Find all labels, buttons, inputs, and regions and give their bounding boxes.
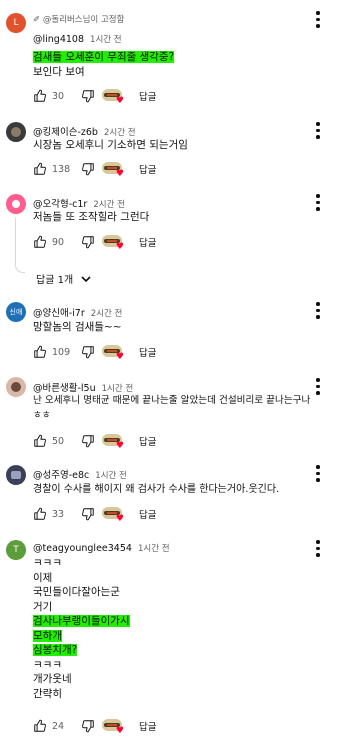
creator-heart-icon: ♥ xyxy=(102,719,124,736)
comment-actions: 138 ♥ 답글 xyxy=(33,161,156,179)
thumbs-up-icon[interactable] xyxy=(33,89,47,103)
avatar-photo-icon xyxy=(11,127,21,137)
like-count: 33 xyxy=(52,508,65,520)
comment-header: @바른생활-l5u 1시간 전 xyxy=(33,380,133,394)
thumbs-down-icon[interactable] xyxy=(81,345,95,359)
author-handle[interactable]: @teagyounglee3454 xyxy=(33,543,132,554)
creator-heart-icon: ♥ xyxy=(102,434,124,451)
timestamp[interactable]: 1시간 전 xyxy=(138,544,170,554)
timestamp[interactable]: 1시간 전 xyxy=(90,35,122,45)
like-count: 30 xyxy=(52,90,65,102)
author-handle[interactable]: @성주영-e8c xyxy=(33,470,89,481)
comment-text: 난 오세후니 명태균 때문에 끝나는줄 알았는데 건설비리로 끝나는구나 ㅎㅎ xyxy=(33,395,311,421)
author-handle[interactable]: @오각형-c1r xyxy=(33,199,87,210)
avatar[interactable]: T xyxy=(6,540,26,560)
comment-text: 저놈들 또 조작힐라 그런다 xyxy=(33,211,150,223)
comment-text: ㅋㅋㅋ 이제 국민들이다잘아는군 거기 검사나부랭이들이가시 모하개 심봉치개?… xyxy=(33,557,130,702)
thread-line xyxy=(15,218,16,264)
timestamp[interactable]: 1시간 전 xyxy=(102,384,134,394)
avatar[interactable] xyxy=(6,377,26,397)
comment-actions: 24 ♥ 답글 xyxy=(33,718,156,736)
collapse-link[interactable]: 간략히 xyxy=(33,687,130,702)
thumbs-up-icon[interactable] xyxy=(33,719,47,733)
more-actions-icon[interactable] xyxy=(316,465,320,482)
avatar-photo-icon xyxy=(11,471,21,479)
pin-icon: ✐ xyxy=(33,15,41,25)
reply-button[interactable]: 답글 xyxy=(139,719,156,733)
more-actions-icon[interactable] xyxy=(316,194,320,211)
author-handle[interactable]: @ling4108 xyxy=(33,34,84,45)
avatar[interactable] xyxy=(6,465,26,485)
more-actions-icon[interactable] xyxy=(316,122,320,139)
like-count: 90 xyxy=(52,236,65,248)
author-handle[interactable]: @킹제이슨-z6b xyxy=(33,127,98,138)
thumbs-down-icon[interactable] xyxy=(81,89,95,103)
comment-actions: 109 ♥ 답글 xyxy=(33,344,156,362)
thumbs-down-icon[interactable] xyxy=(81,507,95,521)
avatar-figure-icon xyxy=(12,200,20,208)
like-count: 50 xyxy=(52,435,65,447)
chevron-down-icon xyxy=(81,275,91,282)
comment-header: @teagyounglee3454 1시간 전 xyxy=(33,542,170,554)
creator-heart-icon: ♥ xyxy=(102,507,124,524)
thumbs-down-icon[interactable] xyxy=(81,235,95,249)
thumbs-up-icon[interactable] xyxy=(33,507,47,521)
timestamp[interactable]: 2시간 전 xyxy=(93,200,125,210)
avatar-photo-icon xyxy=(11,382,21,392)
comment-header: @오각형-c1r 2시간 전 xyxy=(33,196,125,210)
comment-actions: 33 ♥ 답글 xyxy=(33,506,156,524)
author-handle[interactable]: @양신애-i7r xyxy=(33,308,85,319)
creator-heart-icon: ♥ xyxy=(102,345,124,362)
thread-connector xyxy=(15,263,25,273)
timestamp[interactable]: 2시간 전 xyxy=(91,309,123,319)
author-handle[interactable]: @바른생활-l5u xyxy=(33,383,96,394)
view-replies-button[interactable]: 답글 1개 xyxy=(36,271,91,286)
creator-heart-icon: ♥ xyxy=(102,89,124,106)
comment-actions: 50 ♥ 답글 xyxy=(33,433,156,451)
comment-actions: 30 ♥ 답글 xyxy=(33,88,156,106)
avatar[interactable]: 신애 xyxy=(6,302,26,322)
more-actions-icon[interactable] xyxy=(316,378,320,395)
timestamp[interactable]: 2시간 전 xyxy=(104,128,136,138)
reply-button[interactable]: 답글 xyxy=(139,507,156,521)
avatar[interactable]: L xyxy=(6,13,26,33)
thumbs-down-icon[interactable] xyxy=(81,162,95,176)
avatar[interactable] xyxy=(6,194,26,214)
thumbs-up-icon[interactable] xyxy=(33,434,47,448)
thumbs-down-icon[interactable] xyxy=(81,719,95,733)
comment-text: 시장놈 오세후니 기소하면 되는거임 xyxy=(33,139,188,151)
reply-button[interactable]: 답글 xyxy=(139,235,156,249)
thumbs-down-icon[interactable] xyxy=(81,434,95,448)
creator-heart-icon: ♥ xyxy=(102,162,124,179)
comment-text: 검새들 오세훈이 무죄줄 생각중? 보인다 보여 xyxy=(33,51,175,78)
reply-button[interactable]: 답글 xyxy=(139,162,156,176)
more-actions-icon[interactable] xyxy=(316,11,320,28)
avatar[interactable] xyxy=(6,122,26,142)
more-actions-icon[interactable] xyxy=(316,540,320,557)
reply-button[interactable]: 답글 xyxy=(139,434,156,448)
comment-header: @ling4108 1시간 전 xyxy=(33,33,122,45)
thumbs-up-icon[interactable] xyxy=(33,162,47,176)
timestamp[interactable]: 1시간 전 xyxy=(95,471,127,481)
comment-header: @성주영-e8c 1시간 전 xyxy=(33,467,127,481)
comment-actions: 90 ♥ 답글 xyxy=(33,234,156,252)
comment-text: 경찰이 수사를 해이지 왜 검사가 수사를 한다는거아.웃긴다. xyxy=(33,484,280,495)
more-actions-icon[interactable] xyxy=(316,302,320,319)
comment-text: 망할놈의 검새들~~ xyxy=(33,321,122,333)
pinned-label: ✐ @돌리버스님이 고정함 xyxy=(33,15,125,25)
like-count: 109 xyxy=(52,346,71,358)
like-count: 24 xyxy=(52,720,65,732)
creator-heart-icon: ♥ xyxy=(102,235,124,252)
thumbs-up-icon[interactable] xyxy=(33,235,47,249)
like-count: 138 xyxy=(52,163,71,175)
reply-button[interactable]: 답글 xyxy=(139,89,156,103)
reply-button[interactable]: 답글 xyxy=(139,345,156,359)
comment-header: @킹제이슨-z6b 2시간 전 xyxy=(33,124,136,138)
thumbs-up-icon[interactable] xyxy=(33,345,47,359)
comment-header: @양신애-i7r 2시간 전 xyxy=(33,305,122,319)
